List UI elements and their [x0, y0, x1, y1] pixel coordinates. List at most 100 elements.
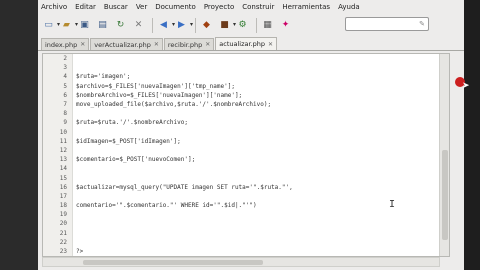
line-number: 18 [59, 202, 67, 210]
menu-item-editar[interactable]: Editar [75, 3, 96, 11]
line-number: 2 [63, 55, 67, 63]
code-line: 19 [43, 210, 449, 219]
horizontal-scrollbar[interactable] [42, 257, 440, 267]
code-text: comentario='".$comentario."' WHERE id='"… [76, 202, 257, 210]
search-input[interactable]: ✎ [345, 17, 429, 31]
code-text: $ruta=$ruta.'/'.$nombreArchivo; [76, 119, 188, 127]
tab-label: verActualizar.php [94, 40, 151, 49]
toolbar-separator [195, 17, 196, 33]
menu-bar: Archivo Editar Buscar Ver Documento Proyecto C… [38, 0, 464, 13]
line-number: 15 [59, 174, 67, 182]
line-number: 7 [63, 101, 67, 109]
menu-item-proyecto[interactable]: Proyecto [204, 3, 234, 11]
tab-actualizar[interactable]: actualizar.php ✕ [215, 37, 278, 50]
code-line: 20 [43, 219, 449, 228]
line-number: 6 [63, 91, 67, 99]
code-line: 2 [43, 54, 449, 63]
code-line: 6 $nombreArchivo=$_FILES['nuevaImagen']['… [43, 91, 449, 100]
line-number: 17 [59, 192, 67, 200]
color-chooser-icon[interactable]: ✦ [279, 19, 292, 32]
code-editor[interactable]: 2 3 4 $ruta='imagen'; 5 $archivo=$_FILES['nue… [42, 53, 450, 257]
right-desktop-bar [464, 0, 480, 270]
tab-close-icon[interactable]: ✕ [268, 41, 273, 48]
code-line: 12 [43, 146, 449, 155]
vertical-scrollbar[interactable] [439, 54, 449, 256]
code-text: $nombreArchivo=$_FILES['nuevaImagen']['n… [76, 91, 243, 99]
code-text: $actualizar=mysql_query("UPDATE imagen S… [76, 183, 293, 191]
code-line: 4 $ruta='imagen'; [43, 72, 449, 81]
save-icon[interactable]: ▣ [78, 19, 91, 32]
menu-item-documento[interactable]: Documento [155, 3, 196, 11]
code-text: $archivo=$_FILES['nuevaImagen']['tmp_nam… [76, 82, 235, 90]
line-number: 12 [59, 146, 67, 154]
code-line: 3 [43, 63, 449, 72]
menu-item-archivo[interactable]: Archivo [41, 3, 67, 11]
left-desktop-bar [0, 0, 38, 270]
line-number: 16 [59, 183, 67, 191]
close-icon[interactable]: ✕ [132, 19, 145, 32]
code-line: 9 $ruta=$ruta.'/'.$nombreArchivo; [43, 118, 449, 127]
preferences-icon[interactable]: ▦ [261, 19, 274, 32]
code-text: $idImagen=$_POST['idImagen']; [76, 137, 181, 145]
line-number: 11 [59, 137, 67, 145]
line-number: 13 [59, 156, 67, 164]
code-line: 14 [43, 164, 449, 173]
line-number: 8 [63, 110, 67, 118]
line-number: 19 [59, 211, 67, 219]
mouse-pointer-icon: ➤ [462, 81, 470, 91]
vertical-scroll-thumb[interactable] [442, 150, 448, 240]
run-icon[interactable]: ⚙ [236, 19, 249, 32]
tab-close-icon[interactable]: ✕ [154, 41, 159, 48]
code-line: 11 $idImagen=$_POST['idImagen']; [43, 137, 449, 146]
line-number: 20 [59, 220, 67, 228]
menu-item-construir[interactable]: Construir [242, 3, 274, 11]
save-all-icon[interactable]: ▤ [96, 19, 109, 32]
code-text: $ruta='imagen'; [76, 73, 131, 81]
line-number: 22 [59, 238, 67, 246]
line-number: 21 [59, 229, 67, 237]
tab-veractualizar[interactable]: verActualizar.php ✕ [90, 38, 163, 50]
code-line: 5 $archivo=$_FILES['nuevaImagen']['tmp_na… [43, 82, 449, 91]
compile-icon[interactable]: ◆ [200, 19, 213, 32]
line-number: 10 [59, 128, 67, 136]
toolbar-separator [256, 17, 257, 33]
tab-close-icon[interactable]: ✕ [80, 41, 85, 48]
code-line: 7 move_uploaded_file($archivo,$ruta.'/'.$… [43, 100, 449, 109]
code-text: $comentario=$_POST['nuevoComen']; [76, 156, 196, 164]
code-line: 15 [43, 173, 449, 182]
menu-item-ayuda[interactable]: Ayuda [338, 3, 360, 11]
horizontal-scroll-thumb[interactable] [83, 260, 263, 265]
revert-icon[interactable]: ↻ [114, 19, 127, 32]
code-text: move_uploaded_file($archivo,$ruta.'/'.$n… [76, 101, 272, 109]
line-number: 14 [59, 165, 67, 173]
edit-icon[interactable]: ✎ [419, 20, 425, 28]
tab-close-icon[interactable]: ✕ [205, 41, 210, 48]
tab-bar: index.php ✕ verActualizar.php ✕ recibir.php ✕… [38, 37, 464, 51]
code-line: 8 [43, 109, 449, 118]
code-line: 16 $actualizar=mysql_query("UPDATE imagen… [43, 183, 449, 192]
ibeam-cursor-icon: I [389, 199, 396, 210]
editor-window: Archivo Editar Buscar Ver Documento Proyecto C… [38, 0, 464, 270]
toolbar-separator [152, 17, 153, 33]
open-file-icon[interactable]: ▰ [60, 19, 78, 32]
menu-item-buscar[interactable]: Buscar [104, 3, 128, 11]
new-file-icon[interactable]: ▭ [42, 19, 60, 32]
code-lines: 2 3 4 $ruta='imagen'; 5 $archivo=$_FILES['nue… [43, 54, 449, 256]
line-number: 23 [59, 248, 67, 256]
forward-icon[interactable]: ▶ [175, 19, 193, 32]
menu-item-herramientas[interactable]: Herramientas [282, 3, 330, 11]
build-icon[interactable]: ■ [218, 19, 236, 32]
tab-label: actualizar.php [219, 40, 266, 48]
code-line: 23 ?> [43, 247, 449, 256]
code-line: 21 [43, 229, 449, 238]
code-line: 10 [43, 128, 449, 137]
tab-recibir[interactable]: recibir.php ✕ [163, 38, 215, 50]
menu-item-ver[interactable]: Ver [136, 3, 147, 11]
tab-index[interactable]: index.php ✕ [41, 38, 90, 50]
line-number: 9 [63, 119, 67, 127]
line-number: 3 [63, 64, 67, 72]
back-icon[interactable]: ◀ [157, 19, 175, 32]
code-line: 22 [43, 238, 449, 247]
code-text: ?> [76, 248, 84, 256]
line-number: 5 [63, 82, 67, 90]
